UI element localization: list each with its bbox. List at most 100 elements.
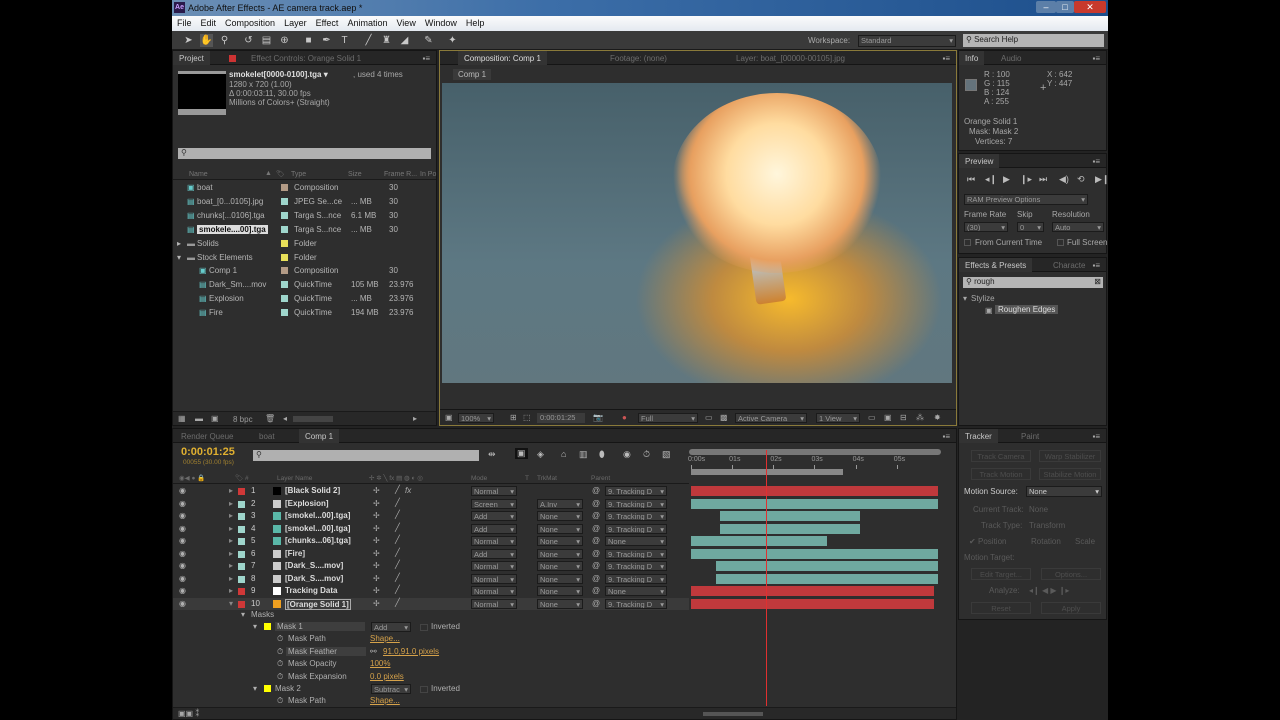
panel-menu-icon[interactable]: ▪≡ — [1092, 54, 1100, 63]
layer-duration-bar[interactable] — [691, 548, 938, 559]
tab-info[interactable]: Info — [959, 51, 985, 65]
mode-dropdown[interactable]: Add — [471, 548, 517, 559]
loop-icon[interactable]: ⟲ — [1077, 174, 1085, 185]
region-of-interest-icon[interactable]: ▭ — [705, 413, 713, 422]
channel-icon[interactable]: ● — [622, 413, 627, 422]
layer-row[interactable]: ◉ ▸ 8 [Dark_S....mov] ✢ ╱ Normal None @9. Tracki… — [173, 573, 689, 586]
twirl-closed-icon[interactable]: ▸ — [229, 549, 233, 558]
quality-switch-icon[interactable]: ╱ — [395, 573, 400, 582]
pickwhip-icon[interactable]: @ — [592, 499, 600, 508]
pickwhip-icon[interactable]: @ — [592, 536, 600, 545]
magnification-dropdown[interactable]: 100% — [458, 413, 494, 423]
layer-name[interactable]: [smokel...00].tga] — [285, 524, 350, 533]
reset-button[interactable]: Reset — [971, 602, 1031, 614]
eye-icon[interactable]: ◉ — [179, 599, 186, 608]
quality-switch-icon[interactable]: ╱ — [395, 598, 400, 607]
col-mode[interactable]: Mode — [471, 475, 487, 482]
analyze-buttons-icons[interactable]: ◂❙ ◀ ▶ ❙▸ — [1029, 586, 1069, 595]
pickwhip-icon[interactable]: @ — [592, 511, 600, 520]
col-in-point[interactable]: In Po — [420, 171, 436, 178]
label-swatch[interactable] — [238, 488, 245, 495]
menu-effect[interactable]: Effect — [311, 16, 343, 28]
layer-duration-bar[interactable] — [719, 523, 860, 534]
trkmat-dropdown[interactable]: A.Inv — [537, 498, 583, 509]
quality-switch-icon[interactable]: ╱ — [395, 510, 400, 519]
pen-tool-icon[interactable]: ✒ — [320, 34, 333, 47]
layer-row[interactable]: ◉ ▸ 7 [Dark_S....mov] ✢ ╱ Normal None @9. Tracki… — [173, 560, 689, 573]
col-name[interactable]: Name — [189, 171, 208, 178]
current-time-display[interactable]: 0:00:01:25 — [537, 413, 585, 423]
layer-row[interactable]: ◉ ▸ 3 [smokel...00].tga] ✢ ╱ Add None @9. Tracki… — [173, 510, 689, 523]
from-current-time-checkbox[interactable] — [964, 239, 971, 246]
audio-icon[interactable]: ◀) — [1059, 174, 1069, 185]
layer-duration-bar[interactable] — [691, 536, 827, 546]
shy-switch-icon[interactable]: ✢ — [373, 486, 380, 495]
track-camera-button[interactable]: Track Camera — [971, 450, 1031, 462]
label-swatch[interactable] — [281, 225, 288, 233]
col-frame-rate[interactable]: Frame R... — [384, 171, 417, 178]
stopwatch-icon[interactable]: ⏱ — [277, 634, 283, 644]
minimize-button[interactable]: – — [1036, 1, 1056, 13]
masks-twirl-icon[interactable]: ▾ — [241, 610, 245, 619]
mask1-feather-value[interactable]: 91.0,91.0 pixels — [383, 647, 439, 656]
zoom-slider[interactable] — [703, 712, 763, 716]
category-stylize[interactable]: Stylize — [971, 294, 995, 303]
twirl-closed-icon[interactable]: ▸ — [229, 574, 233, 583]
options-button[interactable]: Options... — [1041, 568, 1101, 580]
roto-brush-tool-icon[interactable]: ✎ — [422, 34, 435, 47]
timeline-icon[interactable]: ⊟ — [900, 413, 907, 422]
project-item[interactable]: ▤ boat_[0...0105].jpg JPEG Se...ce ... MB 30 — [177, 195, 432, 208]
col-parent[interactable]: Parent — [591, 475, 610, 482]
quality-switch-icon[interactable]: ╱ — [395, 535, 400, 544]
effect-switch[interactable]: fx — [405, 486, 411, 495]
layer-duration-bar[interactable] — [715, 573, 938, 584]
twirl-closed-icon[interactable]: ▸ — [229, 499, 233, 508]
workspace-dropdown[interactable]: Standard — [858, 35, 956, 47]
trkmat-dropdown[interactable]: None — [537, 511, 583, 521]
transparency-grid-icon[interactable]: ▩ — [720, 413, 728, 422]
project-search-input[interactable]: ⚲ — [178, 148, 431, 159]
mask1-color-swatch[interactable] — [264, 623, 271, 630]
mode-dropdown[interactable]: Screen — [471, 498, 517, 509]
parent-dropdown[interactable]: 9. Tracking D — [605, 486, 667, 496]
menu-composition[interactable]: Composition — [220, 16, 279, 28]
always-preview-icon[interactable]: ▣ — [445, 413, 453, 422]
quality-switch-icon[interactable]: ╱ — [395, 548, 400, 557]
new-folder-icon[interactable]: ▬ — [195, 414, 203, 423]
composition-viewer[interactable] — [442, 83, 952, 383]
flowchart-icon[interactable]: ⁂ — [916, 413, 924, 422]
pickwhip-icon[interactable]: @ — [592, 599, 600, 608]
mask1-twirl-icon[interactable]: ▾ — [253, 622, 257, 631]
first-frame-icon[interactable]: ⏮ — [967, 174, 975, 185]
project-item[interactable]: ▣ boat Composition 30 — [177, 181, 432, 194]
apply-button[interactable]: Apply — [1041, 602, 1101, 614]
layer-duration-bar[interactable] — [715, 561, 938, 571]
mode-dropdown[interactable]: Normal — [471, 561, 517, 571]
close-button[interactable]: ✕ — [1074, 1, 1106, 13]
layer-row[interactable]: ◉ ▸ 6 [Fire] ✢ ╱ Add None @9. Tracking D — [173, 548, 689, 561]
mask1-name[interactable]: Mask 1 — [275, 622, 365, 631]
menu-window[interactable]: Window — [420, 16, 461, 28]
layer-duration-bar[interactable] — [719, 511, 860, 521]
pickwhip-icon[interactable]: @ — [592, 524, 600, 533]
trkmat-dropdown[interactable]: None — [537, 523, 583, 534]
sort-arrow-icon[interactable]: ▲ — [265, 170, 272, 177]
mask2-mode-dropdown[interactable]: Subtrac — [371, 684, 411, 694]
trkmat-dropdown[interactable]: None — [537, 561, 583, 571]
position-checkbox[interactable]: ✔ — [969, 537, 976, 546]
twirl-closed-icon[interactable]: ▸ — [229, 524, 233, 533]
label-swatch[interactable] — [281, 309, 288, 317]
parent-dropdown[interactable]: 9. Tracking D — [605, 498, 667, 509]
label-swatch[interactable] — [238, 575, 245, 583]
label-swatch[interactable] — [238, 513, 245, 520]
twirl-closed-icon[interactable]: ▸ — [229, 536, 233, 545]
layer-name[interactable]: [Dark_S....mov] — [285, 574, 343, 583]
label-swatch[interactable] — [238, 550, 245, 558]
pickwhip-icon[interactable]: @ — [592, 574, 600, 583]
label-swatch[interactable] — [238, 563, 245, 570]
label-swatch[interactable] — [281, 211, 288, 219]
timeline-search-input[interactable]: ⚲ — [253, 450, 479, 461]
mask2-inverted-checkbox[interactable] — [420, 686, 428, 693]
layer-duration-bar[interactable] — [691, 598, 934, 609]
eye-icon[interactable]: ◉ — [179, 524, 186, 533]
